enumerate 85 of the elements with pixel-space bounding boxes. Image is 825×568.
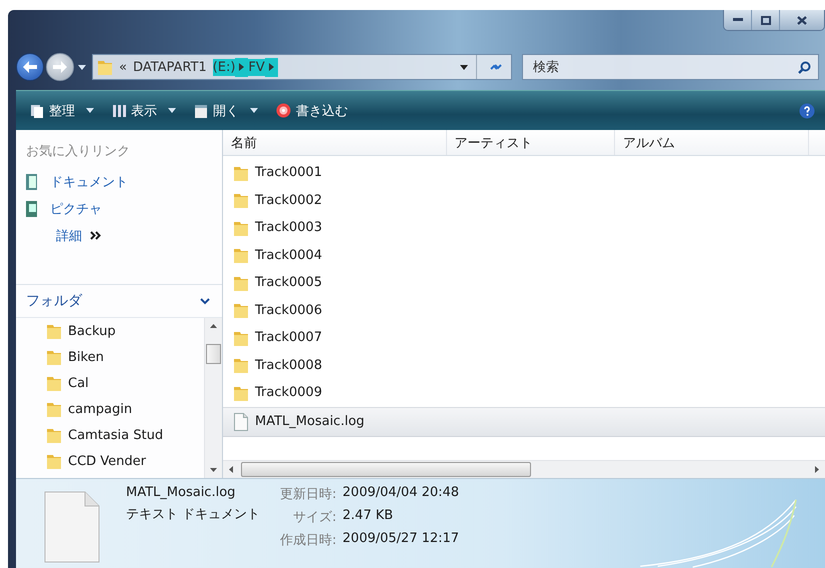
folder-tree-item[interactable]: CCD Vender [46, 448, 204, 474]
property-label: 作成日時: [280, 532, 337, 549]
file-row[interactable]: Track0009 [223, 379, 825, 406]
folder-icon [46, 426, 62, 444]
scrollbar-thumb[interactable] [241, 462, 531, 477]
column-header[interactable]: 名前 [223, 130, 447, 155]
more-link[interactable]: 詳細 [56, 226, 82, 244]
breadcrumb[interactable]: « [119, 58, 127, 76]
file-row[interactable]: Track0004 [223, 242, 825, 269]
folder-icon [46, 322, 62, 340]
caret-icon [78, 64, 86, 70]
arrow-left-icon [23, 61, 37, 73]
close-icon [797, 16, 807, 24]
folder-icon [233, 246, 249, 264]
folder-icon [233, 301, 249, 320]
file-row[interactable]: Track0005 [223, 269, 825, 296]
column-header[interactable]: アーティスト [446, 130, 615, 155]
notepad-icon [194, 104, 208, 118]
property-value: 2009/04/04 20:48 [342, 485, 460, 502]
property-label: 更新日時: [280, 486, 337, 503]
back-button[interactable] [16, 53, 44, 81]
disc-icon [276, 103, 291, 118]
toolbar-button[interactable]: 開く [190, 100, 262, 122]
search-field[interactable]: 検索 [522, 54, 819, 80]
favorites-heading: お気に入りリンク [26, 143, 131, 160]
document-icon [233, 412, 249, 430]
folder-tree-item[interactable]: campagin [46, 396, 204, 422]
favorite-link[interactable]: ピクチャ [50, 200, 102, 218]
file-type: テキスト ドキュメント [126, 506, 260, 523]
folders-header[interactable]: フォルダ [16, 285, 222, 318]
folder-tree-item[interactable]: Camtasia Stud [46, 422, 204, 448]
toolbar-button[interactable]: 表示 [108, 100, 180, 122]
scroll-up-arrow-icon[interactable] [210, 324, 217, 328]
file-row[interactable]: Track0007 [223, 324, 825, 352]
file-row[interactable]: Track0008 [223, 352, 825, 379]
file-row[interactable]: MATL_Mosaic.log [223, 406, 825, 436]
folder-icon [46, 374, 62, 392]
property-value: 2009/05/27 12:17 [342, 531, 460, 548]
help-button[interactable] [799, 102, 815, 118]
folders-heading: フォルダ [26, 292, 82, 310]
scrollbar-thumb[interactable] [206, 344, 221, 364]
file-row[interactable]: Track0001 [223, 159, 825, 186]
search-icon [798, 61, 811, 74]
folder-icon [46, 400, 62, 418]
property-value: 2.47 KB [342, 508, 394, 525]
file-name: MATL_Mosaic.log [126, 485, 236, 500]
breadcrumb[interactable]: (E:) [212, 58, 236, 76]
folder-icon [46, 452, 62, 470]
views-icon [112, 104, 126, 118]
file-row[interactable]: Track0003 [223, 214, 825, 242]
breadcrumb[interactable]: FV [248, 58, 265, 76]
property-label: サイズ: [292, 509, 337, 526]
file-row[interactable]: Track0006 [223, 296, 825, 324]
folder-tree-item[interactable]: Backup [46, 318, 204, 344]
column-header[interactable]: アルバム [614, 130, 809, 155]
minimize-icon [732, 18, 742, 22]
horizontal-scrollbar[interactable] [223, 460, 825, 478]
pages-icon [30, 104, 44, 118]
double-chevron-icon [90, 231, 102, 240]
toolbar-button[interactable]: 書き込む [272, 100, 352, 122]
maximize-button[interactable] [752, 10, 780, 30]
arrow-right-icon [53, 61, 67, 73]
help-icon [799, 102, 815, 118]
file-row[interactable]: Track0002 [223, 186, 825, 214]
scroll-left-arrow-icon[interactable] [229, 466, 233, 473]
minimize-button[interactable] [724, 10, 752, 30]
folder-tree-item[interactable]: Cal [46, 370, 204, 396]
history-dropdown[interactable] [76, 64, 88, 70]
scroll-down-arrow-icon[interactable] [210, 468, 217, 472]
address-bar[interactable]: « DATAPART1 (E:) FV [92, 54, 512, 80]
maximize-icon [760, 16, 770, 24]
picture-icon [26, 200, 38, 216]
close-button[interactable] [780, 10, 824, 30]
vertical-scrollbar[interactable] [204, 318, 222, 478]
document-icon [44, 491, 100, 563]
caret-icon [460, 64, 468, 70]
breadcrumb[interactable]: DATAPART1 [132, 58, 207, 76]
document-icon [26, 174, 38, 190]
folder-tree-item[interactable]: Biken [46, 344, 204, 370]
favorite-link[interactable]: ドキュメント [50, 172, 128, 190]
scroll-right-arrow-icon[interactable] [815, 466, 819, 473]
folder-icon [233, 356, 249, 374]
folder-icon [233, 191, 249, 210]
folder-icon [46, 348, 62, 366]
toolbar-button[interactable]: 整理 [26, 100, 98, 122]
